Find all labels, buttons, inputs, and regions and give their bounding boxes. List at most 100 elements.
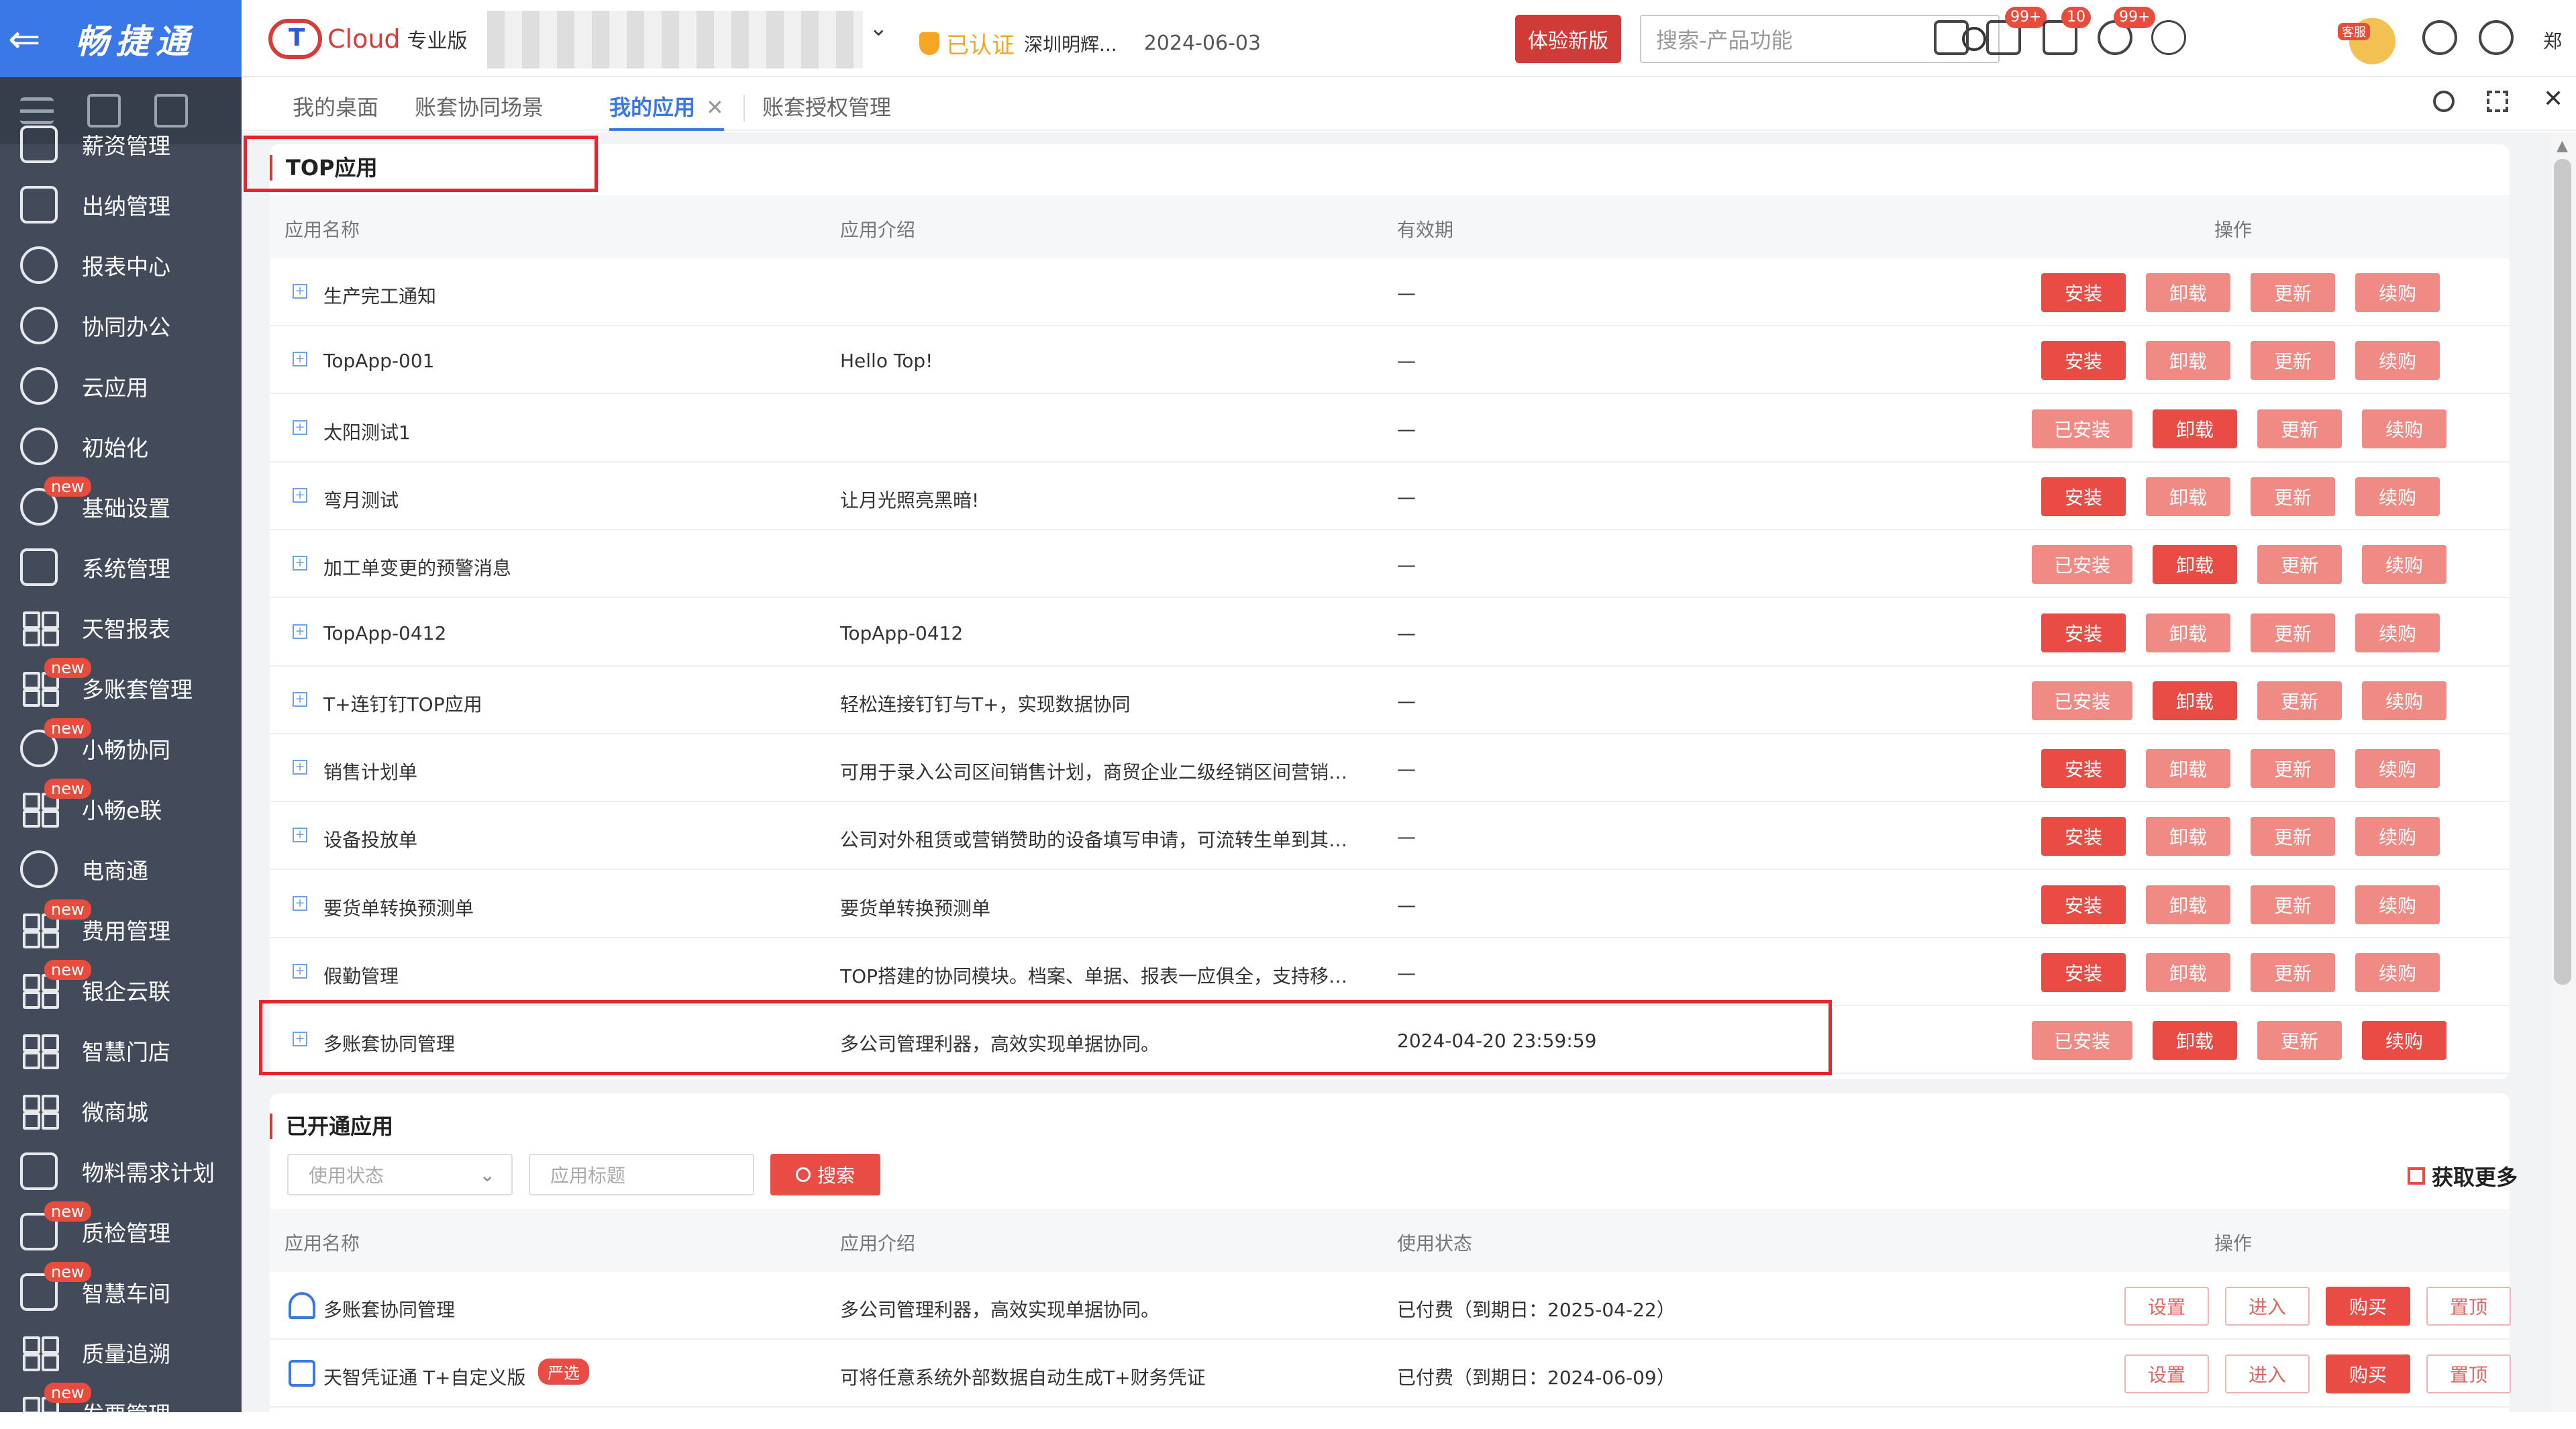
sidebar-item[interactable]: 出纳管理 [0,175,242,235]
expand-icon[interactable]: + [293,284,307,299]
uninstall-button[interactable]: 卸载 [2146,273,2230,312]
update-button[interactable]: 更新 [2251,273,2335,312]
help-icon[interactable] [2422,20,2457,55]
buy-button[interactable]: 购买 [2326,1354,2410,1393]
scrollbar-thumb[interactable] [2554,159,2571,985]
enter-button[interactable]: 进入 [2225,1354,2310,1393]
sidebar-item[interactable]: 协同办公 [0,295,242,356]
update-button[interactable]: 更新 [2251,477,2335,516]
install-button[interactable]: 安装 [2041,885,2126,924]
sidebar-item[interactable]: 质检管理 new [0,1201,242,1262]
install-button[interactable]: 安装 [2041,273,2126,312]
uninstall-button[interactable]: 卸载 [2146,885,2230,924]
install-button[interactable]: 安装 [2041,341,2126,381]
user-icon[interactable] [2479,20,2514,55]
sidebar-item[interactable]: 智慧车间 new [0,1262,242,1322]
expand-icon[interactable]: + [293,895,307,911]
sidebar-item[interactable]: 云应用 [0,356,242,416]
renew-button[interactable]: 续购 [2355,817,2440,856]
sidebar-item[interactable]: 多账套管理 new [0,658,242,718]
update-button[interactable]: 更新 [2257,1021,2342,1061]
uninstall-button[interactable]: 卸载 [2146,953,2230,992]
renew-button[interactable]: 续购 [2355,885,2440,924]
fullscreen-icon[interactable] [2487,91,2508,112]
sidebar-item[interactable]: 初始化 [0,416,242,477]
sidebar-item[interactable]: 物料需求计划 [0,1141,242,1201]
expand-icon[interactable]: + [293,352,307,367]
phone-icon[interactable] [2151,20,2186,55]
update-button[interactable]: 更新 [2251,953,2335,992]
customer-service-mascot[interactable]: 客服 [2332,9,2405,67]
settings-button[interactable]: 设置 [2124,1354,2209,1393]
expand-icon[interactable]: + [293,487,307,503]
renew-button[interactable]: 续购 [2362,545,2446,585]
expand-icon[interactable]: + [293,691,307,707]
settings-button[interactable]: 设置 [2124,1287,2209,1326]
tab-account-auth[interactable]: 账套授权管理 [762,91,891,131]
expand-icon[interactable]: + [293,828,307,843]
sidebar-item[interactable]: 基础设置 new [0,477,242,537]
expand-icon[interactable]: + [293,624,307,639]
uninstall-button[interactable]: 卸载 [2146,613,2230,652]
install-button[interactable]: 安装 [2041,953,2126,992]
installed-button[interactable]: 已安装 [2032,409,2132,448]
update-button[interactable]: 更新 [2251,341,2335,381]
scroll-up-icon[interactable]: ▲ [2557,138,2568,154]
renew-button[interactable]: 续购 [2355,953,2440,992]
update-button[interactable]: 更新 [2257,409,2342,448]
update-button[interactable]: 更新 [2257,681,2342,720]
sidebar-item[interactable]: 发票管理new [0,1383,242,1412]
sidebar-item[interactable]: 智慧门店 [0,1020,242,1081]
installed-button[interactable]: 已安装 [2032,1021,2132,1061]
renew-button[interactable]: 续购 [2362,1021,2446,1061]
expand-icon[interactable]: + [293,1032,307,1047]
close-icon[interactable]: ✕ [2543,85,2570,113]
search-button[interactable]: 搜索 [770,1154,880,1195]
calculator-icon[interactable] [1934,20,1969,55]
get-more-link[interactable]: 获取更多 [2408,1161,2518,1191]
update-button[interactable]: 更新 [2251,885,2335,924]
sidebar-item[interactable]: 费用管理 new [0,899,242,960]
sidebar-item[interactable]: 银企云联 new [0,960,242,1020]
installed-button[interactable]: 已安装 [2032,681,2132,720]
renew-button[interactable]: 续购 [2355,613,2440,652]
uninstall-button[interactable]: 卸载 [2146,477,2230,516]
scrollbar[interactable]: ▲ [2550,132,2576,1412]
install-button[interactable]: 安装 [2041,613,2126,652]
enter-button[interactable]: 进入 [2225,1287,2310,1326]
sidebar-item[interactable]: 微商城 [0,1081,242,1141]
sidebar-item[interactable]: 小畅e联 new [0,779,242,839]
update-button[interactable]: 更新 [2251,613,2335,652]
renew-button[interactable]: 续购 [2355,273,2440,312]
company-selector-blurred[interactable] [487,11,863,68]
uninstall-button[interactable]: 卸载 [2146,817,2230,856]
renew-button[interactable]: 续购 [2362,681,2446,720]
sidebar-item[interactable]: 小畅协同 new [0,718,242,779]
user-name[interactable]: 郑 [2543,27,2562,54]
update-button[interactable]: 更新 [2251,817,2335,856]
tab-my-desktop[interactable]: 我的桌面 [293,91,378,131]
sidebar-item[interactable]: 薪资管理 [0,114,242,175]
uninstall-button[interactable]: 卸载 [2153,1021,2237,1061]
close-tab-icon[interactable]: ✕ [706,95,724,120]
buy-button[interactable]: 购买 [2326,1287,2410,1326]
uninstall-button[interactable]: 卸载 [2146,749,2230,789]
search-icon[interactable] [2433,91,2455,112]
update-button[interactable]: 更新 [2257,545,2342,585]
update-button[interactable]: 更新 [2251,749,2335,789]
install-button[interactable]: 安装 [2041,477,2126,516]
chevron-down-icon[interactable]: ⌄ [869,15,888,42]
tab-account-collab[interactable]: 账套协同场景 [415,91,544,131]
tab-my-apps[interactable]: 我的应用 ✕ [609,91,724,131]
back-arrow-icon[interactable]: ⇐ [8,16,55,62]
install-button[interactable]: 安装 [2041,749,2126,789]
expand-icon[interactable]: + [293,420,307,435]
pin-button[interactable]: 置顶 [2426,1287,2511,1326]
expand-icon[interactable]: + [293,760,307,775]
status-filter-select[interactable]: 使用状态 ⌄ [287,1154,513,1195]
pin-button[interactable]: 置顶 [2426,1354,2511,1393]
renew-button[interactable]: 续购 [2355,477,2440,516]
uninstall-button[interactable]: 卸载 [2153,681,2237,720]
uninstall-button[interactable]: 卸载 [2146,341,2230,381]
expand-icon[interactable]: + [293,964,307,979]
